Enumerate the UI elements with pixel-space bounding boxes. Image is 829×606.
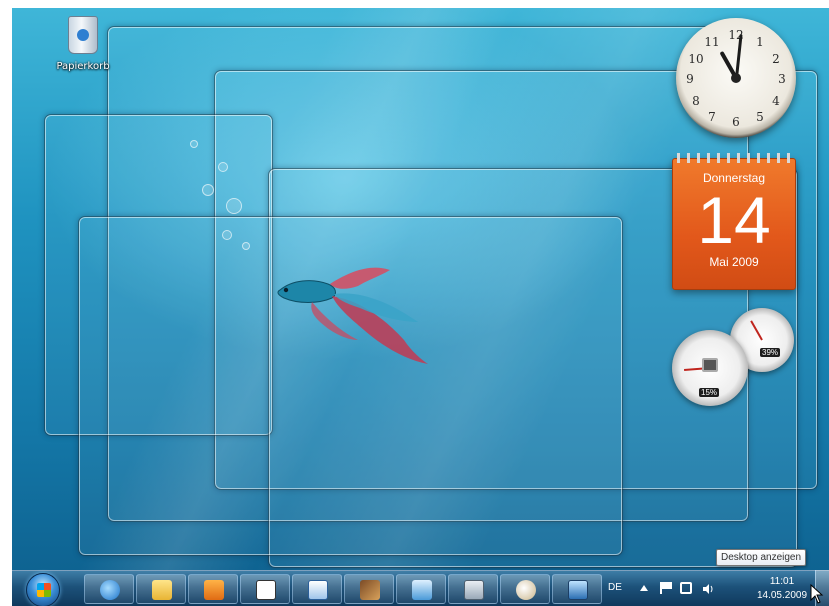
clock-numeral: 8: [692, 94, 700, 108]
clock-gadget[interactable]: 12 1 2 3 4 5 6 7 8 9 10 11: [676, 18, 796, 138]
betta-fish-wallpaper: [277, 267, 428, 364]
solitaire-cards-icon: [256, 580, 276, 600]
taskbar-button-calculator[interactable]: [448, 574, 498, 604]
bubble-decoration: [218, 162, 228, 172]
taskbar-button-control-panel[interactable]: [396, 574, 446, 604]
cpu-meter-value: 15%: [699, 388, 720, 397]
media-player-icon: [204, 580, 224, 600]
calendar-rings: [677, 153, 791, 163]
volume-icon[interactable]: [702, 582, 714, 594]
internet-explorer-icon: [100, 580, 120, 600]
clock-center-pin: [731, 73, 741, 83]
clock-numeral: 2: [772, 52, 780, 66]
control-panel-icon: [412, 580, 432, 600]
taskbar-button-solitaire[interactable]: [240, 574, 290, 604]
clock-numeral: 10: [688, 52, 704, 66]
memory-meter-needle: [750, 320, 763, 341]
start-button[interactable]: [26, 573, 60, 606]
taskbar-button-games[interactable]: [344, 574, 394, 604]
desktop-icon-recycle-bin[interactable]: Papierkorb: [48, 16, 118, 73]
bubble-decoration: [226, 198, 242, 214]
paint-palette-icon: [516, 580, 536, 600]
taskbar-button-windows-explorer[interactable]: [136, 574, 186, 604]
clock-numeral: 7: [708, 110, 716, 124]
recycle-bin-icon: [68, 16, 98, 54]
clock-numeral: 4: [772, 94, 780, 108]
taskbar-button-media-player[interactable]: [188, 574, 238, 604]
memory-meter-value: 39%: [760, 348, 781, 357]
network-icon[interactable]: [680, 582, 692, 594]
notification-area: DE 11:01 14.05.2009: [604, 571, 814, 606]
clock-numeral: 6: [732, 115, 740, 129]
clock-numeral: 5: [756, 110, 764, 124]
calendar-month: Mai 2009: [709, 255, 759, 269]
games-icon: [360, 580, 380, 600]
taskbar-button-paint[interactable]: [500, 574, 550, 604]
calendar-gadget[interactable]: Donnerstag 14 Mai 2009: [672, 153, 796, 290]
calendar-day: 14: [697, 183, 771, 257]
desktop: Papierkorb 12 1 2 3 4 5 6 7 8 9 10 11 Do…: [12, 8, 829, 606]
clock-numeral: 3: [778, 72, 786, 86]
clock-numeral: 1: [756, 35, 764, 49]
mouse-cursor-icon: [810, 584, 824, 604]
taskbar: DE 11:01 14.05.2009: [12, 570, 829, 606]
chip-icon: [702, 358, 718, 372]
action-center-flag-icon[interactable]: [660, 582, 672, 594]
system-clock-date: 14.05.2009: [756, 590, 808, 601]
show-desktop-tooltip: Desktop anzeigen: [716, 549, 807, 566]
bubble-decoration: [202, 184, 214, 196]
remote-desktop-icon: [568, 580, 588, 600]
system-clock-time: 11:01: [769, 576, 795, 587]
wordpad-icon: [308, 580, 328, 600]
cpu-meter-dial: 15%: [672, 330, 748, 406]
taskbar-button-wordpad[interactable]: [292, 574, 342, 604]
bubble-decoration: [222, 230, 232, 240]
desktop-icon-label: Papierkorb: [56, 61, 110, 72]
bubble-decoration: [190, 140, 198, 148]
system-clock[interactable]: 11:01 14.05.2009: [752, 575, 812, 603]
taskbar-button-remote-desktop[interactable]: [552, 574, 602, 604]
show-hidden-icons-icon[interactable]: [640, 585, 648, 591]
clock-numeral: 11: [704, 35, 720, 49]
folder-icon: [152, 580, 172, 600]
windows-start-orb-icon: [37, 583, 51, 597]
calculator-icon: [464, 580, 484, 600]
bubble-decoration: [242, 242, 250, 250]
language-indicator[interactable]: DE: [608, 582, 622, 593]
taskbar-button-internet-explorer[interactable]: [84, 574, 134, 604]
clock-numeral: 9: [686, 72, 694, 86]
